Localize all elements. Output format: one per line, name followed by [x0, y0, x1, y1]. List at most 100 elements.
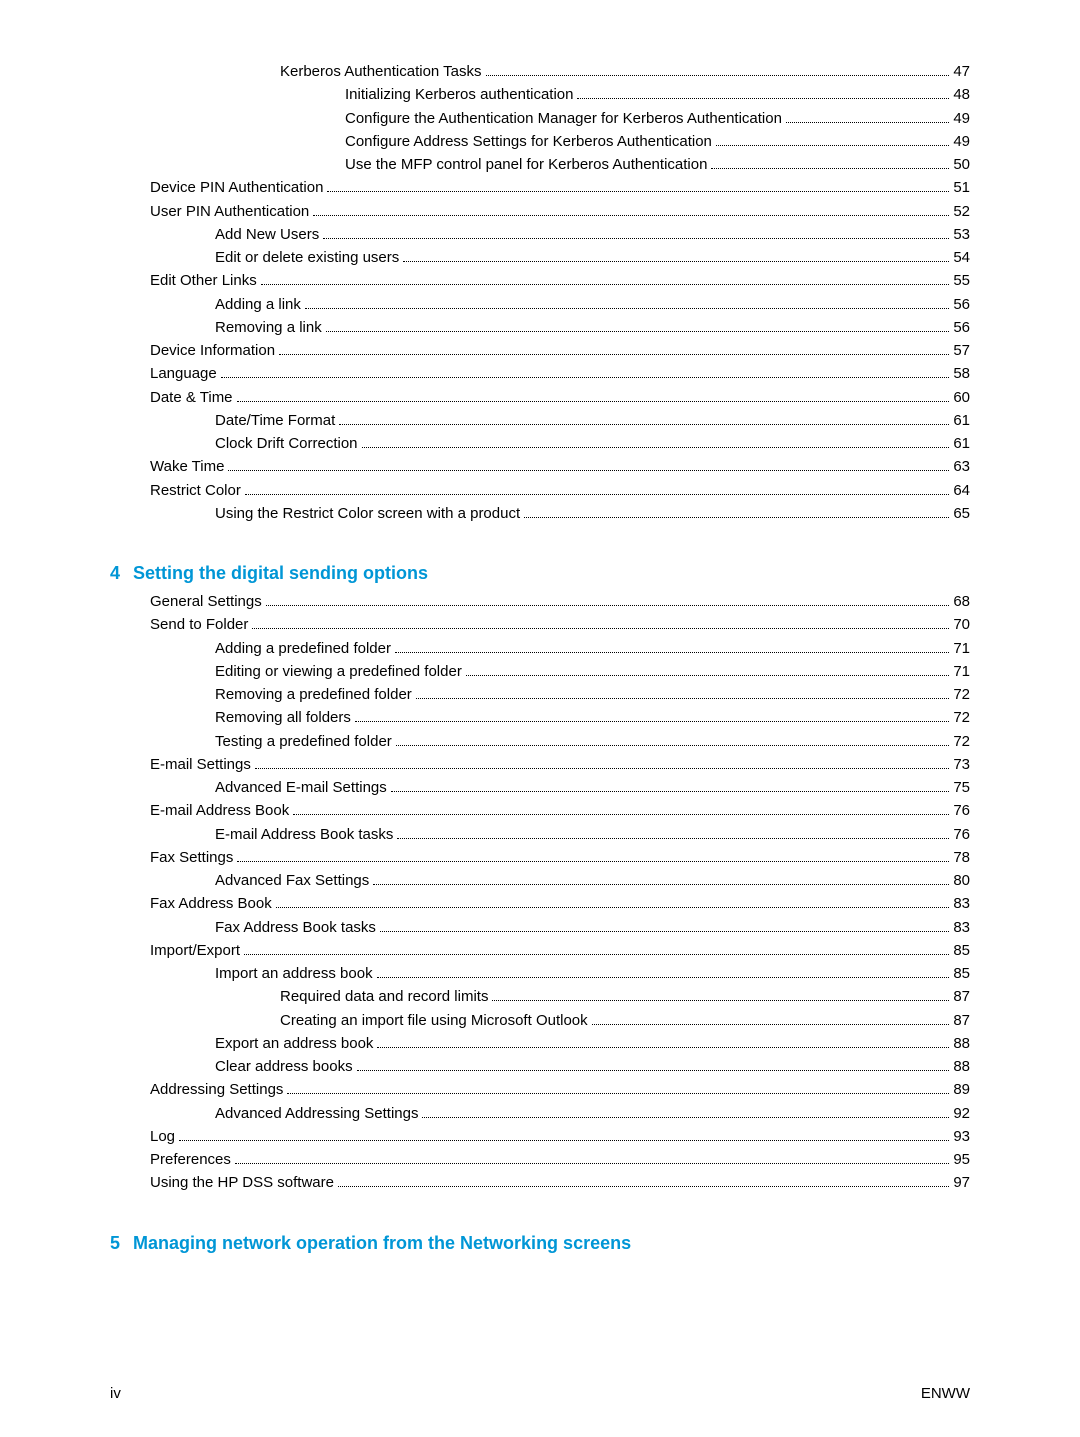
- toc-entry[interactable]: Removing a link 56: [110, 316, 970, 339]
- toc-entry[interactable]: Export an address book 88: [110, 1032, 970, 1055]
- toc-leader-dots: [422, 1117, 949, 1118]
- toc-entry-page: 71: [953, 637, 970, 660]
- toc-entry[interactable]: Initializing Kerberos authentication 48: [110, 83, 970, 106]
- toc-leader-dots: [492, 1000, 949, 1001]
- toc-leader-dots: [276, 907, 950, 908]
- toc-entry[interactable]: Fax Settings 78: [110, 846, 970, 869]
- toc-entry-page: 49: [953, 107, 970, 130]
- toc-entry-label: Device Information: [150, 339, 275, 362]
- toc-entry-page: 89: [953, 1078, 970, 1101]
- toc-entry[interactable]: Testing a predefined folder 72: [110, 730, 970, 753]
- toc-leader-dots: [244, 954, 949, 955]
- toc-entry[interactable]: Fax Address Book tasks 83: [110, 916, 970, 939]
- toc-entry-page: 58: [953, 362, 970, 385]
- toc-entry-page: 47: [953, 60, 970, 83]
- toc-entry-page: 85: [953, 962, 970, 985]
- toc-entry-label: User PIN Authentication: [150, 200, 309, 223]
- toc-entry[interactable]: E-mail Settings 73: [110, 753, 970, 776]
- toc-leader-dots: [252, 628, 949, 629]
- toc-leader-dots: [237, 401, 950, 402]
- toc-entry[interactable]: Editing or viewing a predefined folder 7…: [110, 660, 970, 683]
- toc-entry-page: 65: [953, 502, 970, 525]
- toc-entry-page: 60: [953, 386, 970, 409]
- toc-entry[interactable]: Clock Drift Correction 61: [110, 432, 970, 455]
- toc-entry[interactable]: Using the HP DSS software 97: [110, 1171, 970, 1194]
- toc-leader-dots: [577, 98, 949, 99]
- toc-entry-label: Device PIN Authentication: [150, 176, 323, 199]
- toc-entry[interactable]: Clear address books 88: [110, 1055, 970, 1078]
- toc-entry-page: 87: [953, 985, 970, 1008]
- toc-entry[interactable]: E-mail Address Book 76: [110, 799, 970, 822]
- toc-entry-label: Adding a link: [215, 293, 301, 316]
- toc-leader-dots: [373, 884, 949, 885]
- toc-leader-dots: [287, 1093, 949, 1094]
- toc-leader-dots: [179, 1140, 949, 1141]
- toc-entry[interactable]: Language 58: [110, 362, 970, 385]
- toc-entry-label: Preferences: [150, 1148, 231, 1171]
- toc-entry-label: Send to Folder: [150, 613, 248, 636]
- toc-entry[interactable]: Adding a link 56: [110, 293, 970, 316]
- toc-entry[interactable]: User PIN Authentication 52: [110, 200, 970, 223]
- toc-entry[interactable]: Advanced Fax Settings 80: [110, 869, 970, 892]
- toc-entry[interactable]: Date/Time Format 61: [110, 409, 970, 432]
- toc-entry[interactable]: Import an address book 85: [110, 962, 970, 985]
- toc-leader-dots: [395, 652, 949, 653]
- toc-leader-dots: [245, 494, 949, 495]
- toc-entry-page: 52: [953, 200, 970, 223]
- toc-leader-dots: [355, 721, 949, 722]
- toc-entry-page: 49: [953, 130, 970, 153]
- toc-entry[interactable]: Restrict Color 64: [110, 479, 970, 502]
- toc-leader-dots: [592, 1024, 950, 1025]
- toc-entry[interactable]: Add New Users 53: [110, 223, 970, 246]
- toc-entry-page: 68: [953, 590, 970, 613]
- toc-leader-dots: [255, 768, 949, 769]
- toc-entry[interactable]: Wake Time 63: [110, 455, 970, 478]
- toc-entry[interactable]: Using the Restrict Color screen with a p…: [110, 502, 970, 525]
- toc-entry[interactable]: Preferences 95: [110, 1148, 970, 1171]
- toc-leader-dots: [397, 838, 949, 839]
- toc-entry[interactable]: Configure the Authentication Manager for…: [110, 107, 970, 130]
- toc-leader-dots: [524, 517, 949, 518]
- toc-entry[interactable]: Use the MFP control panel for Kerberos A…: [110, 153, 970, 176]
- toc-entry-label: Using the HP DSS software: [150, 1171, 334, 1194]
- toc-entry[interactable]: Creating an import file using Microsoft …: [110, 1009, 970, 1032]
- toc-leader-dots: [326, 331, 950, 332]
- toc-entry[interactable]: Device PIN Authentication 51: [110, 176, 970, 199]
- toc-entry-page: 70: [953, 613, 970, 636]
- toc-entry-page: 83: [953, 892, 970, 915]
- toc-leader-dots: [221, 377, 950, 378]
- toc-entry[interactable]: Edit or delete existing users 54: [110, 246, 970, 269]
- toc-entry-label: Fax Settings: [150, 846, 233, 869]
- toc-entry[interactable]: General Settings 68: [110, 590, 970, 613]
- toc-entry-page: 76: [953, 799, 970, 822]
- toc-entry[interactable]: Removing all folders 72: [110, 706, 970, 729]
- toc-entry[interactable]: E-mail Address Book tasks 76: [110, 823, 970, 846]
- toc-entry-label: Addressing Settings: [150, 1078, 283, 1101]
- toc-entry[interactable]: Removing a predefined folder 72: [110, 683, 970, 706]
- toc-entry[interactable]: Send to Folder 70: [110, 613, 970, 636]
- toc-entry-page: 57: [953, 339, 970, 362]
- toc-entry[interactable]: Adding a predefined folder 71: [110, 637, 970, 660]
- toc-entry-page: 80: [953, 869, 970, 892]
- toc-entry[interactable]: Configure Address Settings for Kerberos …: [110, 130, 970, 153]
- toc-entry[interactable]: Fax Address Book 83: [110, 892, 970, 915]
- toc-entry[interactable]: Import/Export 85: [110, 939, 970, 962]
- toc-entry-page: 56: [953, 316, 970, 339]
- toc-entry[interactable]: Log 93: [110, 1125, 970, 1148]
- toc-leader-dots: [416, 698, 950, 699]
- toc-entry-page: 71: [953, 660, 970, 683]
- toc-entry-page: 61: [953, 409, 970, 432]
- toc-entry-label: Date & Time: [150, 386, 233, 409]
- toc-entry[interactable]: Required data and record limits 87: [110, 985, 970, 1008]
- toc-entry[interactable]: Kerberos Authentication Tasks 47: [110, 60, 970, 83]
- toc-entry[interactable]: Addressing Settings 89: [110, 1078, 970, 1101]
- toc-entry[interactable]: Advanced Addressing Settings 92: [110, 1102, 970, 1125]
- toc-entry[interactable]: Date & Time 60: [110, 386, 970, 409]
- toc-entry[interactable]: Edit Other Links 55: [110, 269, 970, 292]
- toc-entry[interactable]: Device Information 57: [110, 339, 970, 362]
- toc-entry-label: Configure Address Settings for Kerberos …: [345, 130, 712, 153]
- toc-entry-label: Required data and record limits: [280, 985, 488, 1008]
- toc-entry-page: 75: [953, 776, 970, 799]
- section-4-number: 4: [110, 563, 120, 583]
- toc-entry[interactable]: Advanced E-mail Settings 75: [110, 776, 970, 799]
